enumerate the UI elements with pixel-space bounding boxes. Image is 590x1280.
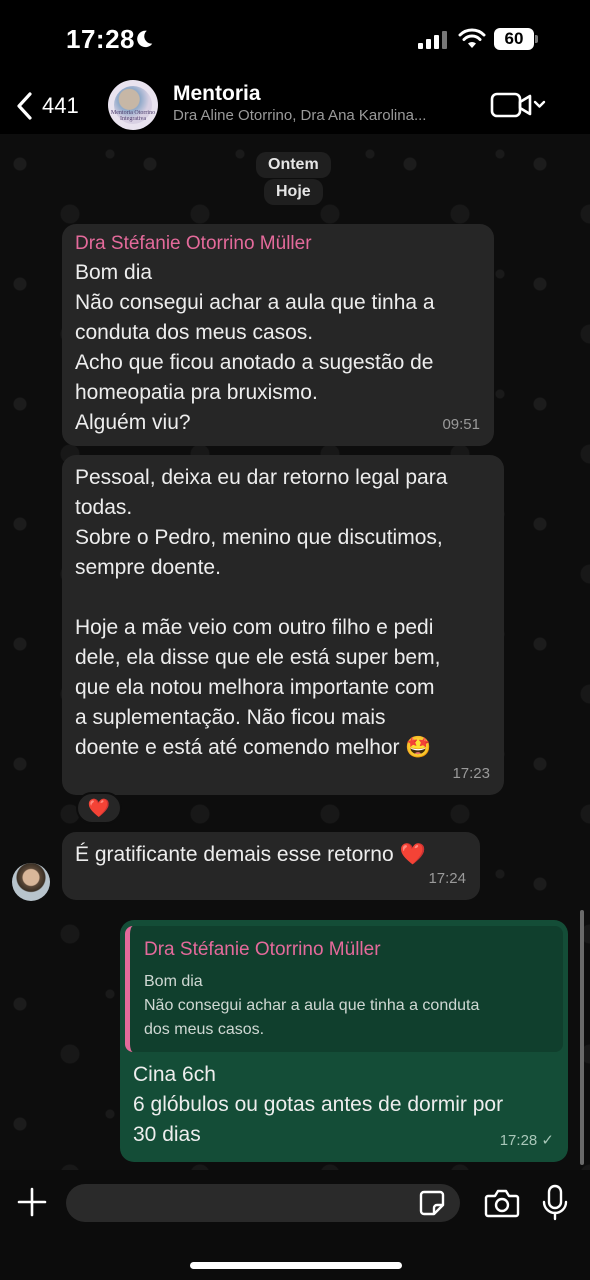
quoted-text-line: Bom dia: [144, 973, 203, 990]
message-text-line: 6 glóbulos ou gotas antes de dormir por: [133, 1093, 504, 1116]
message-text-line: Acho que ficou anotado a sugestão de: [75, 351, 434, 374]
message-text-line: Cina 6ch: [133, 1063, 216, 1086]
message-text-line: que ela notou melhora importante com: [75, 676, 435, 699]
sticker-icon[interactable]: [418, 1189, 446, 1217]
outgoing-message-bubble[interactable]: Dra Stéfanie Otorrino Müller Bom dia Não…: [120, 920, 568, 1162]
plus-icon[interactable]: [16, 1186, 48, 1218]
message-text-line: Bom dia: [75, 261, 153, 284]
message-text-line: sempre doente.: [75, 556, 221, 579]
chat-header: 441 Mentoria Otorrino Integrativa Mentor…: [0, 80, 590, 134]
message-text-line: Pessoal, deixa eu dar retorno legal para: [75, 466, 448, 489]
group-avatar[interactable]: Mentoria Otorrino Integrativa: [108, 80, 158, 130]
home-indicator: [190, 1262, 402, 1269]
date-separator-today: Hoje: [264, 179, 323, 205]
camera-icon[interactable]: [484, 1188, 520, 1218]
message-text-line: É gratificante demais esse retorno ❤️: [75, 843, 426, 866]
message-bubble[interactable]: Pessoal, deixa eu dar retorno legal para…: [62, 455, 504, 795]
message-time: 09:51: [442, 416, 480, 433]
quoted-text-line: dos meus casos.: [144, 1021, 265, 1038]
composer-bar: [0, 1170, 590, 1280]
message-input[interactable]: [66, 1184, 460, 1222]
chat-participants[interactable]: Dra Aline Otorrino, Dra Ana Karolina...: [173, 107, 473, 124]
message-text-line: doente e está até comendo melhor 🤩: [75, 736, 432, 759]
chat-title[interactable]: Mentoria: [173, 82, 261, 106]
message-text-line: homeopatia pra bruxismo.: [75, 381, 318, 404]
message-text-line: 30 dias: [133, 1123, 201, 1146]
message-text-line: dele, ela disse que ele está super bem,: [75, 646, 441, 669]
chevron-left-icon: [17, 92, 32, 120]
message-text-line: conduta dos meus casos.: [75, 321, 314, 344]
status-bar: 17:28 60: [0, 0, 590, 80]
group-avatar-logo-text: Mentoria Otorrino Integrativa: [110, 110, 156, 122]
message-text-line: Não consegui achar a aula que tinha a: [75, 291, 435, 314]
message-text-line: Alguém viu?: [75, 411, 191, 434]
message-bubble[interactable]: Dra Stéfanie Otorrino Müller Bom dia Não…: [62, 224, 494, 446]
quoted-message[interactable]: Dra Stéfanie Otorrino Müller Bom dia Não…: [125, 926, 563, 1052]
message-bubble[interactable]: É gratificante demais esse retorno ❤️ 17…: [62, 832, 480, 900]
message-text-line: Sobre o Pedro, menino que discutimos,: [75, 526, 443, 549]
message-sender: Dra Stéfanie Otorrino Müller: [75, 233, 312, 254]
battery-level: 60: [494, 28, 534, 50]
date-separator-yesterday: Ontem: [256, 152, 331, 178]
message-time: 17:23: [452, 765, 490, 782]
quoted-sender: Dra Stéfanie Otorrino Müller: [144, 939, 381, 960]
unread-count: 441: [42, 93, 79, 118]
signal-icon: [418, 31, 447, 49]
wifi-icon: [458, 28, 486, 48]
message-text-line: Hoje a mãe veio com outro filho e pedi: [75, 616, 434, 639]
moon-icon: [137, 30, 153, 48]
scrollbar[interactable]: [580, 910, 584, 1165]
message-text-line: a suplementação. Não ficou mais: [75, 706, 386, 729]
quoted-text-line: Não consegui achar a aula que tinha a co…: [144, 997, 480, 1014]
back-button[interactable]: 441: [14, 86, 79, 126]
message-text-line: todas.: [75, 496, 133, 519]
battery-icon: 60: [494, 28, 538, 50]
video-call-icon[interactable]: [490, 90, 550, 120]
heart-icon: ❤️: [87, 797, 111, 818]
message-time: 17:28 ✓: [499, 1132, 554, 1149]
heart-reaction[interactable]: ❤️: [76, 792, 122, 824]
message-time: 17:24: [428, 870, 466, 887]
microphone-icon[interactable]: [542, 1184, 568, 1222]
status-time: 17:28: [66, 24, 135, 54]
avatar[interactable]: [12, 863, 50, 901]
